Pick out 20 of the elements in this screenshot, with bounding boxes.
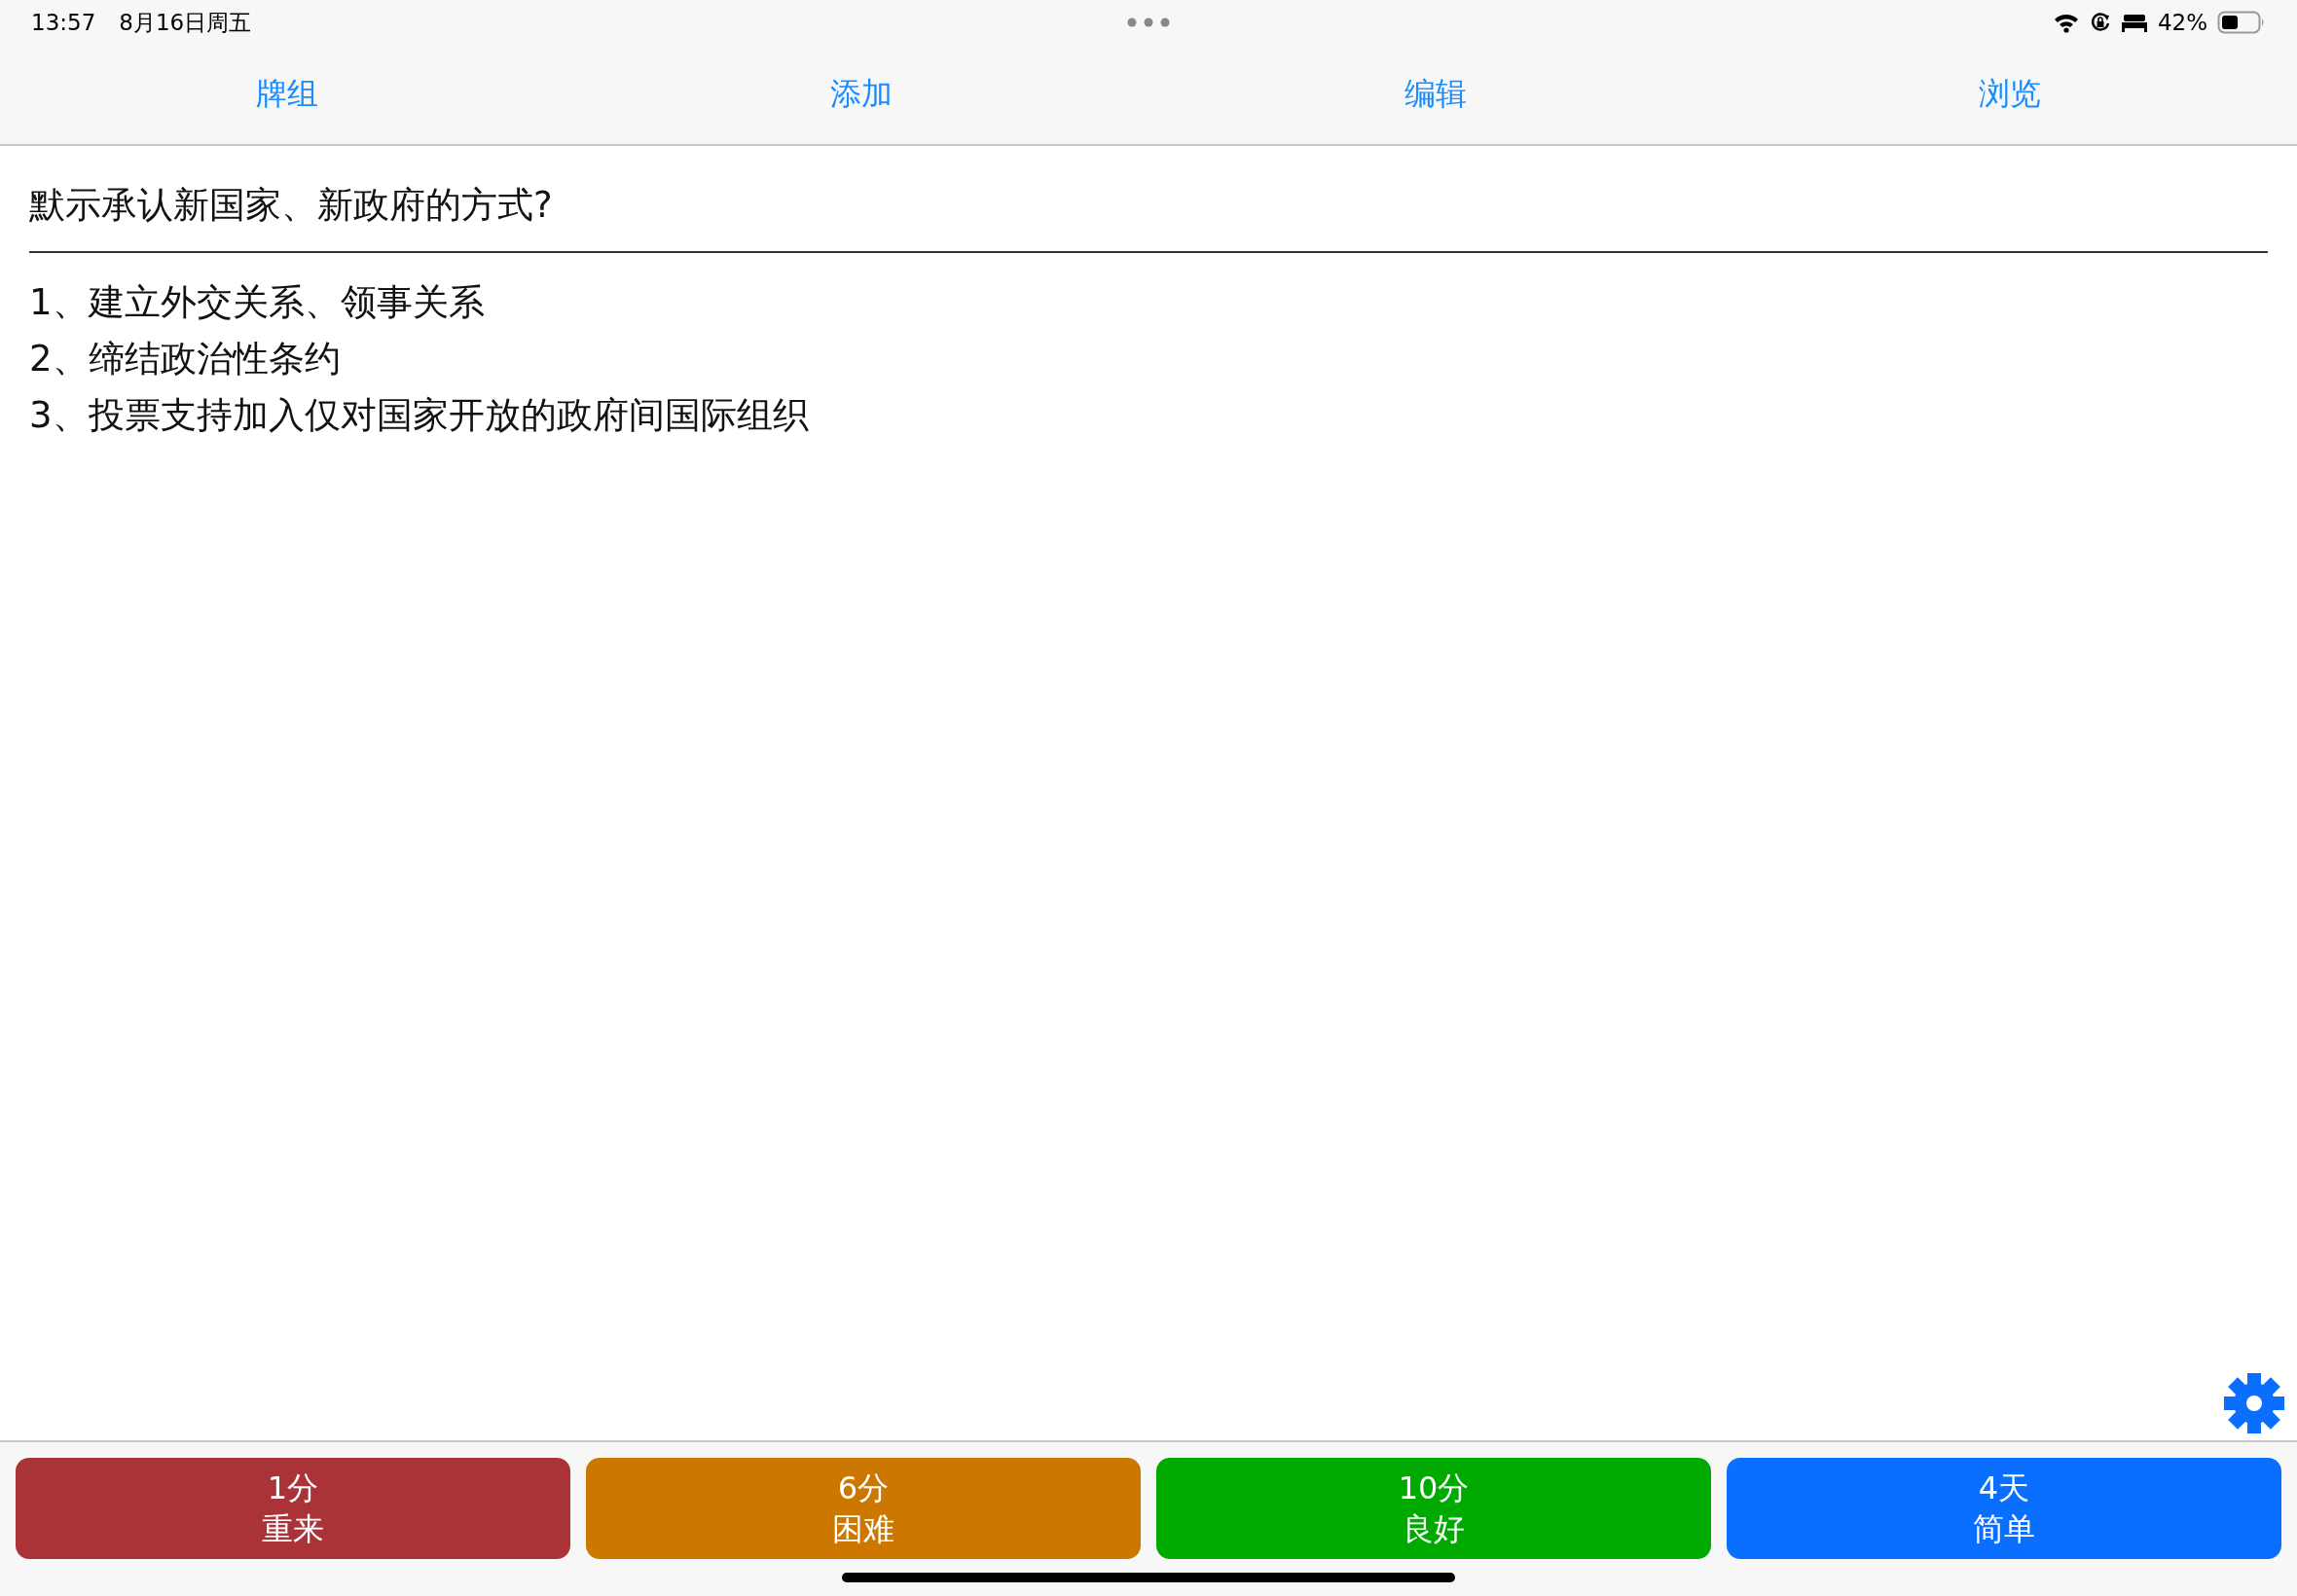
answer-button[interactable]: 1分 重来 xyxy=(16,1458,570,1559)
status-time: 13:57 xyxy=(31,10,96,35)
answer-line: 1、建立外交关系、领事关系 xyxy=(29,280,486,325)
multitasking-dots-icon[interactable] xyxy=(1127,18,1170,27)
answer-line: 3、投票支持加入仅对国家开放的政府间国际组织 xyxy=(29,393,810,438)
nav-tab[interactable]: 编辑 xyxy=(1148,73,1723,116)
battery-icon xyxy=(2217,11,2266,34)
nav-tab[interactable]: 添加 xyxy=(574,73,1148,116)
answer-button[interactable]: 10分 良好 xyxy=(1156,1458,1711,1559)
card-question: 默示承认新国家、新政府的方式? xyxy=(29,146,2268,253)
answer-line: 2、缔结政治性条约 xyxy=(29,337,342,381)
rotation-lock-icon xyxy=(2089,12,2111,33)
nav-tab[interactable]: 牌组 xyxy=(0,73,574,116)
battery-percent: 42% xyxy=(2157,10,2207,35)
status-date: 8月16日周五 xyxy=(119,8,252,37)
nav-tab[interactable]: 浏览 xyxy=(1723,73,2297,116)
answer-button[interactable]: 4天 简单 xyxy=(1727,1458,2281,1559)
bed-icon xyxy=(2120,13,2148,32)
answer-button[interactable]: 6分 困难 xyxy=(586,1458,1141,1559)
settings-icon[interactable] xyxy=(2223,1372,2285,1434)
